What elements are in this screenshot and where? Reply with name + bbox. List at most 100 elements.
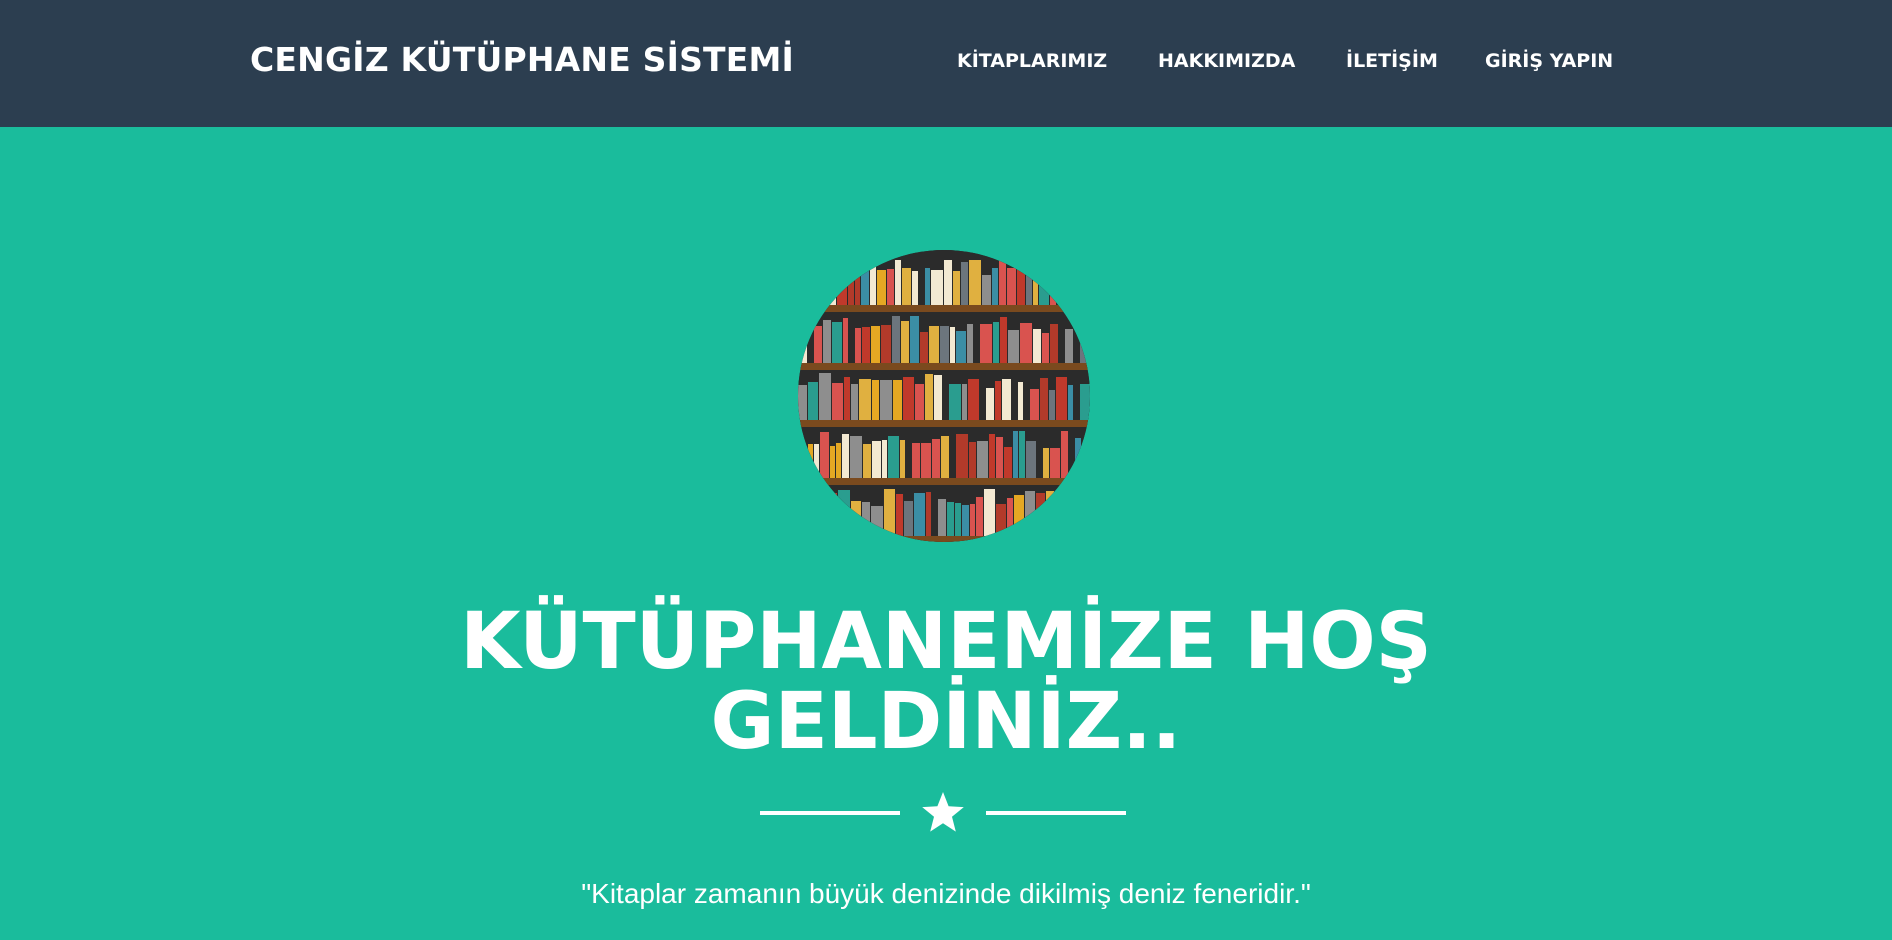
- nav-link-kitaplarimiz[interactable]: KİTAPLARIMIZ: [957, 50, 1107, 72]
- book-spine: [944, 260, 952, 305]
- book-spine: [1008, 330, 1019, 363]
- book-spine: [863, 444, 871, 478]
- book-spine: [914, 493, 925, 536]
- book-spine: [999, 258, 1006, 305]
- book-spine: [996, 437, 1003, 478]
- book-spine: [1026, 441, 1036, 478]
- book-spine: [947, 502, 954, 536]
- book-spine: [823, 320, 831, 363]
- book-spine: [893, 380, 902, 420]
- book-spine: [995, 381, 1001, 420]
- book-spine: [832, 322, 842, 363]
- book-spine: [1050, 324, 1058, 363]
- book-spine: [926, 492, 931, 536]
- book-spine: [932, 439, 940, 478]
- book-spine: [901, 321, 909, 363]
- book-spine: [887, 269, 894, 305]
- book-spine: [961, 262, 968, 305]
- book-spine: [843, 318, 848, 363]
- book-spine: [992, 268, 998, 305]
- book-spine: [921, 443, 931, 478]
- brand-title[interactable]: CENGİZ KÜTÜPHANE SİSTEMİ: [250, 40, 794, 79]
- book-spine: [962, 505, 969, 536]
- book-spine: [929, 326, 939, 363]
- book-spine: [888, 436, 899, 478]
- book-spine: [798, 385, 807, 420]
- book-spine: [910, 316, 919, 363]
- book-spine: [962, 384, 967, 420]
- book-spine: [920, 332, 928, 363]
- book-spine: [1004, 447, 1012, 478]
- book-spine: [977, 441, 988, 478]
- book-spine: [850, 436, 862, 478]
- book-spine: [904, 501, 913, 536]
- book-spine: [938, 499, 946, 536]
- nav-link-hakkimizda[interactable]: HAKKIMIZDA: [1158, 50, 1295, 72]
- book-spine: [1068, 385, 1073, 420]
- book-spine: [1033, 329, 1041, 363]
- book-spine: [1030, 389, 1039, 420]
- nav-link-giris-yapin[interactable]: GİRİŞ YAPIN: [1485, 50, 1613, 72]
- book-spine: [895, 260, 901, 305]
- book-spine: [1018, 382, 1023, 420]
- book-spine: [1043, 448, 1049, 478]
- divider-line-left: [760, 811, 900, 815]
- book-spine: [1020, 323, 1032, 363]
- book-spine: [1007, 268, 1016, 305]
- book-spine: [968, 379, 979, 420]
- book-spine: [872, 441, 881, 478]
- book-spine: [859, 379, 871, 420]
- book-spine: [925, 374, 933, 420]
- book-spine: [1040, 378, 1048, 420]
- book-spine: [969, 442, 976, 478]
- book-spine: [830, 446, 835, 478]
- shelf-board: [798, 363, 1090, 370]
- book-spine: [855, 328, 861, 363]
- book-spine: [993, 322, 999, 363]
- book-spine: [955, 503, 961, 536]
- book-spine: [976, 497, 983, 536]
- book-spine: [880, 380, 892, 420]
- book-spine: [832, 383, 843, 420]
- book-spine: [1019, 431, 1025, 478]
- book-spine: [925, 268, 930, 305]
- book-spine: [1050, 448, 1060, 478]
- shelf-board: [798, 420, 1090, 427]
- book-spine: [872, 380, 879, 420]
- book-spine: [989, 434, 995, 478]
- book-spine: [1042, 333, 1049, 363]
- book-spine: [900, 440, 905, 478]
- book-spine: [1049, 390, 1055, 420]
- book-spine: [862, 327, 870, 363]
- book-spine: [877, 270, 886, 305]
- book-spine: [808, 382, 818, 420]
- book-spine: [1065, 329, 1073, 363]
- hero-title: KÜTÜPHANEMİZE HOŞ GELDİNİZ..: [460, 597, 1432, 767]
- book-spine: [967, 324, 973, 363]
- book-spine: [1013, 431, 1018, 478]
- book-spine: [941, 436, 949, 478]
- book-spine: [986, 388, 994, 420]
- book-spine: [956, 331, 966, 363]
- book-spine: [1080, 384, 1090, 420]
- book-spine: [1002, 379, 1011, 420]
- book-spine: [851, 384, 858, 420]
- book-spine: [949, 384, 961, 420]
- book-spine: [950, 327, 955, 363]
- book-spine: [940, 326, 949, 363]
- nav-link-iletisim[interactable]: İLETİŞİM: [1346, 50, 1438, 72]
- book-spine: [931, 270, 943, 305]
- book-spine: [814, 326, 822, 363]
- shelf-board: [798, 305, 1090, 312]
- book-spine: [884, 489, 895, 536]
- book-spine: [915, 384, 924, 420]
- book-spine: [984, 489, 995, 536]
- book-spine: [956, 434, 968, 478]
- book-spine: [819, 373, 831, 420]
- book-spine: [912, 271, 918, 305]
- shelf-board: [798, 478, 1090, 485]
- book-spine: [1000, 317, 1007, 363]
- book-spine: [844, 377, 850, 420]
- book-spine: [1056, 377, 1067, 420]
- star-divider: [760, 790, 1126, 836]
